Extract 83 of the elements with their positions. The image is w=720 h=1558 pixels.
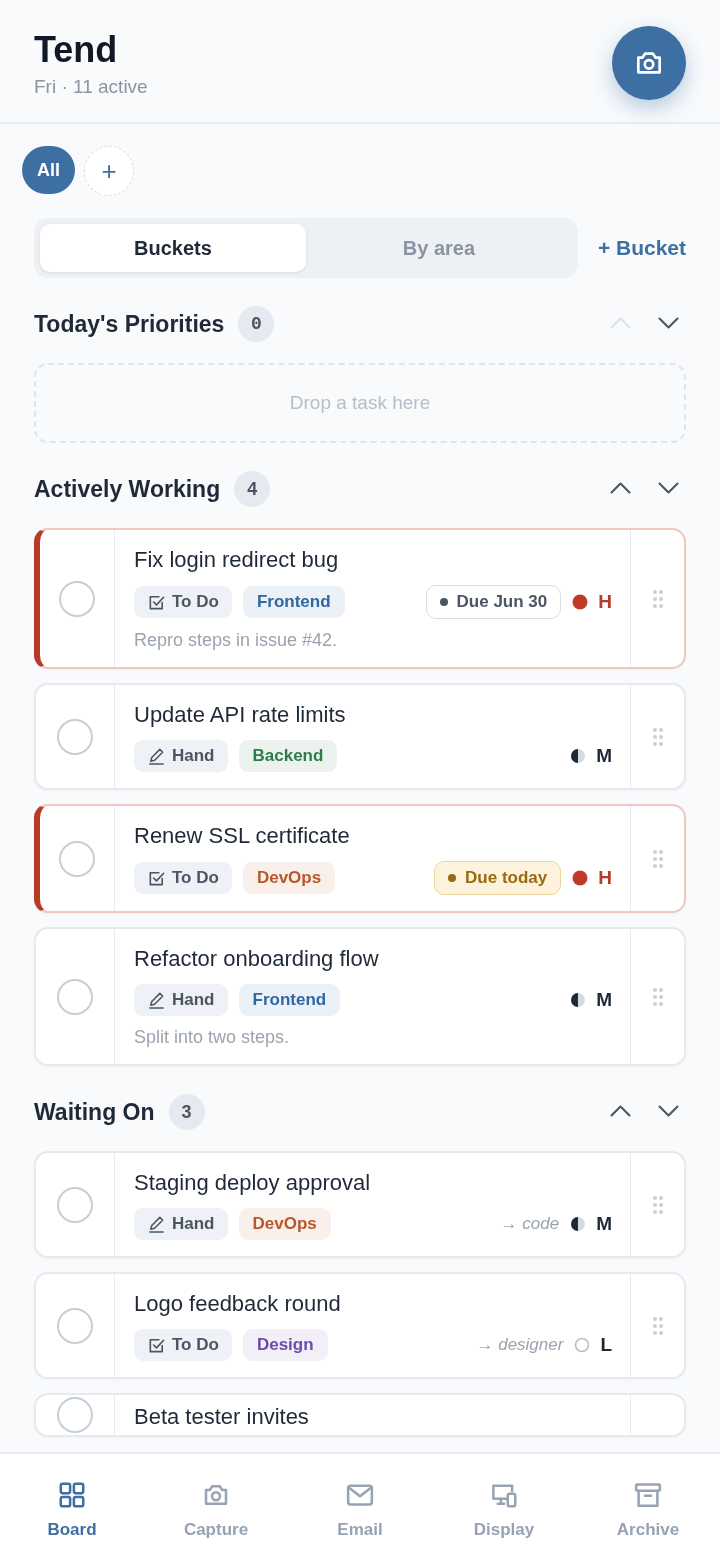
view-tab[interactable]: By area — [305, 224, 572, 272]
complete-checkbox[interactable] — [57, 1307, 93, 1344]
priority-label: M — [596, 1213, 612, 1235]
filter-chip[interactable]: All — [22, 146, 75, 194]
drag-handle-icon[interactable] — [651, 1315, 664, 1336]
delegate-label: → code — [500, 1214, 560, 1234]
task-title: Logo feedback round — [134, 1290, 342, 1318]
drag-handle-icon[interactable] — [651, 726, 664, 747]
task-card[interactable]: Fix login redirect bug To Do Frontend Due Jun 30 H Repro steps in issue #42. — [34, 528, 686, 669]
priority-label: M — [596, 745, 612, 767]
area-tag: Backend — [238, 740, 338, 772]
section-title: Today's Priorities — [34, 310, 225, 338]
view-tab[interactable]: Buckets — [40, 224, 306, 272]
delegate-label: → designer — [476, 1335, 564, 1355]
pencil-icon — [147, 746, 166, 766]
add-filter-button[interactable]: + — [84, 146, 134, 196]
task-title: Fix login redirect bug — [134, 546, 340, 574]
complete-checkbox[interactable] — [59, 580, 95, 617]
add-bucket-link[interactable]: + Bucket — [597, 236, 686, 260]
chevron-down-icon — [657, 316, 679, 329]
section-title: Actively Working — [34, 475, 221, 503]
drag-handle-icon[interactable] — [651, 848, 664, 869]
grid-icon — [57, 1480, 87, 1510]
priority-label: H — [598, 591, 612, 613]
task-card[interactable]: Renew SSL certificate To Do DevOps Due today H — [34, 804, 686, 913]
task-title: Beta tester invites — [134, 1403, 310, 1431]
app-subtitle: Fri · 11 active — [34, 76, 148, 98]
task-count: 0 — [238, 306, 275, 342]
task-card[interactable]: Beta tester invites — [34, 1393, 686, 1437]
type-tag: Hand — [134, 984, 228, 1016]
task-title: Renew SSL certificate — [134, 822, 351, 850]
priority-dot-icon — [572, 870, 589, 886]
pencil-icon — [147, 1214, 166, 1234]
drag-handle-icon[interactable] — [651, 588, 664, 609]
chevron-down-icon — [657, 481, 679, 494]
complete-checkbox[interactable] — [59, 840, 95, 877]
area-tag: Design — [242, 1329, 328, 1361]
complete-checkbox[interactable] — [57, 978, 93, 1015]
half-circle-icon — [570, 1216, 587, 1232]
task-title: Update API rate limits — [134, 701, 347, 729]
priority-dot-icon — [572, 594, 589, 610]
empty-circle-icon — [574, 1337, 591, 1353]
priority-label: L — [600, 1334, 612, 1356]
complete-checkbox[interactable] — [57, 718, 93, 755]
task-card[interactable]: Staging deploy approval Hand DevOps → code M — [34, 1151, 686, 1258]
task-card[interactable]: Refactor onboarding flow Hand Frontend M Split into two steps. — [34, 927, 686, 1066]
due-date-badge: Due Jun 30 — [425, 585, 562, 619]
chevron-up-icon — [609, 481, 631, 494]
task-title: Refactor onboarding flow — [134, 945, 380, 973]
half-circle-icon — [570, 992, 587, 1008]
section-title: Waiting On — [34, 1098, 155, 1126]
type-tag: Hand — [134, 1208, 228, 1240]
task-card[interactable]: Logo feedback round To Do Design → designer L — [34, 1272, 686, 1379]
drag-handle-icon[interactable] — [651, 1194, 664, 1215]
complete-checkbox[interactable] — [57, 1186, 93, 1223]
type-tag: Hand — [134, 740, 228, 772]
half-circle-icon — [570, 748, 587, 764]
area-tag: DevOps — [238, 1208, 331, 1240]
priority-label: H — [598, 867, 612, 889]
type-tag: To Do — [134, 586, 232, 618]
chevron-up-icon — [609, 1104, 631, 1117]
task-note: Repro steps in issue #42. — [134, 630, 339, 651]
complete-checkbox[interactable] — [57, 1397, 93, 1433]
type-tag: To Do — [134, 1329, 232, 1361]
type-tag: To Do — [134, 862, 232, 894]
area-tag: Frontend — [238, 984, 341, 1016]
task-note: Split into two steps. — [134, 1027, 291, 1048]
task-count: 3 — [168, 1094, 205, 1130]
due-date-badge: Due today — [434, 861, 562, 895]
area-tag: Frontend — [242, 586, 345, 618]
nav-tab[interactable]: Board — [0, 1454, 144, 1558]
chevron-down-icon — [657, 1104, 679, 1117]
priority-label: M — [596, 989, 612, 1011]
area-tag: DevOps — [242, 862, 336, 894]
capture-button[interactable] — [612, 26, 686, 100]
archive-icon — [633, 1480, 663, 1510]
drag-handle-icon[interactable] — [651, 986, 664, 1007]
task-count: 4 — [234, 471, 271, 507]
task-card[interactable]: Update API rate limits Hand Backend M — [34, 683, 686, 790]
chevron-up-icon — [609, 316, 631, 329]
pencil-icon — [147, 990, 166, 1010]
task-title: Staging deploy approval — [134, 1169, 372, 1197]
app-title: Tend — [34, 30, 119, 70]
